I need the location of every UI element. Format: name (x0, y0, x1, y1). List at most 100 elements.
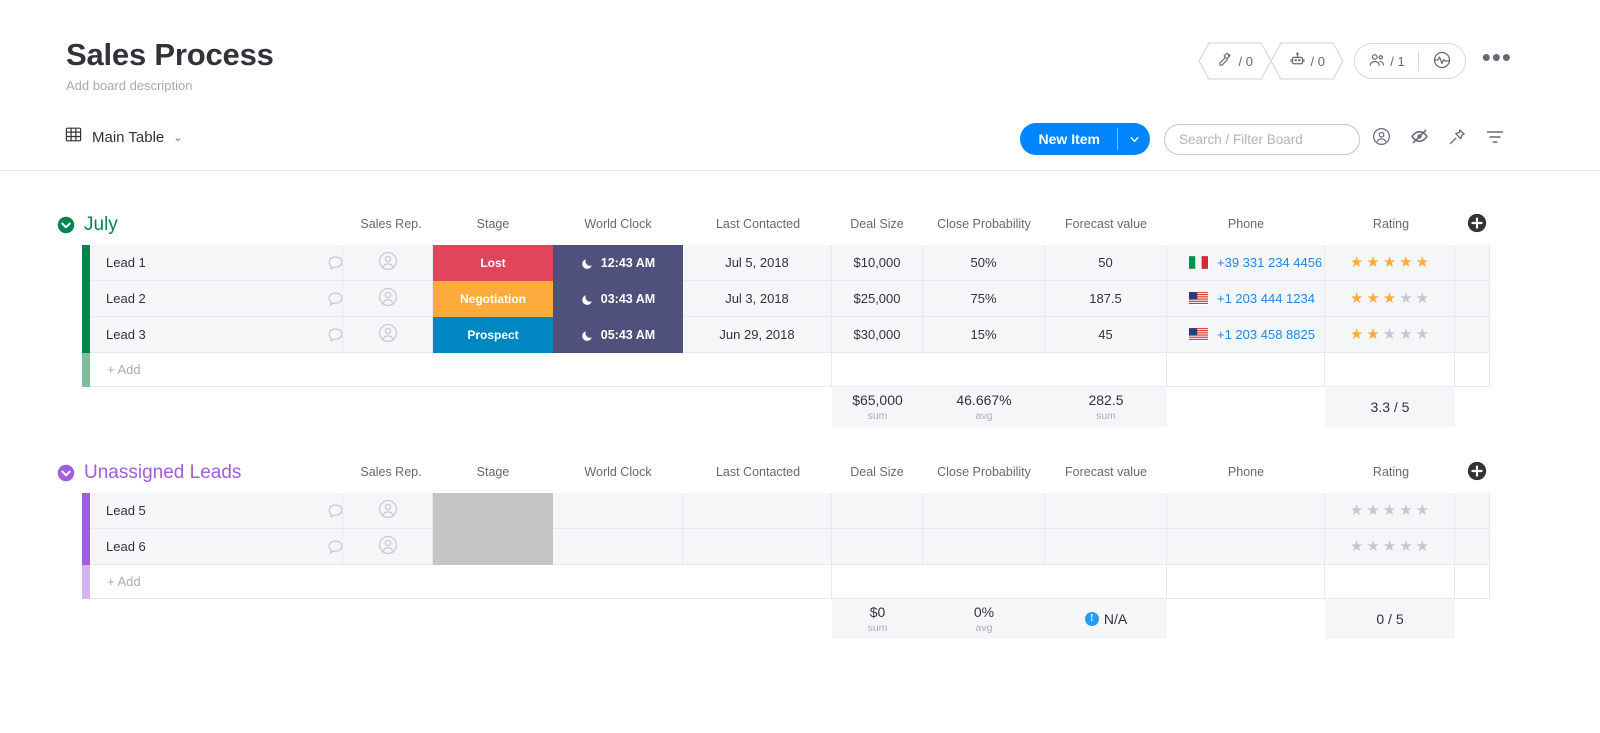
cell-close-probability[interactable] (923, 529, 1045, 565)
summary-deal-size[interactable]: $65,000sum (832, 387, 923, 427)
column-header-clock[interactable]: World Clock (538, 217, 698, 231)
cell-stage[interactable]: Lost (433, 245, 553, 281)
cell-forecast-value[interactable]: 50 (1045, 245, 1167, 281)
avatar[interactable] (377, 534, 399, 559)
row-title[interactable]: Lead 2 (106, 291, 146, 306)
cell-world-clock[interactable]: 05:43 AM (553, 317, 683, 353)
star-icon[interactable]: ★ (1399, 255, 1412, 270)
row-title[interactable]: Lead 3 (106, 327, 146, 342)
rating-stars[interactable]: ★★★★★ (1350, 503, 1429, 518)
column-header-phone[interactable]: Phone (1166, 465, 1326, 479)
group-collapse-toggle[interactable] (57, 464, 75, 482)
cell-phone[interactable] (1167, 493, 1325, 529)
summary-deal-size[interactable]: $0sum (832, 599, 923, 639)
cell-stage[interactable]: Prospect (433, 317, 553, 353)
pin-board-button[interactable] (1440, 122, 1474, 156)
cell-world-clock[interactable] (553, 493, 683, 529)
column-header-fcst[interactable]: Forecast value (1026, 217, 1186, 231)
add-item-row[interactable]: + Add (0, 565, 1600, 599)
cell-world-clock[interactable] (553, 529, 683, 565)
cell-last-contacted[interactable]: Jun 29, 2018 (683, 317, 832, 353)
column-header-clock[interactable]: World Clock (538, 465, 698, 479)
star-icon[interactable]: ★ (1350, 255, 1363, 270)
rating-stars[interactable]: ★★★★★ (1350, 255, 1429, 270)
star-icon[interactable]: ★ (1399, 327, 1412, 342)
cell-world-clock[interactable]: 03:43 AM (553, 281, 683, 317)
group-title[interactable]: July (84, 212, 118, 238)
cell-forecast-value[interactable]: 45 (1045, 317, 1167, 353)
cell-sales-rep[interactable] (343, 245, 433, 281)
star-icon[interactable]: ★ (1383, 539, 1396, 554)
star-icon[interactable]: ★ (1366, 327, 1379, 342)
cell-phone[interactable]: +1 203 458 8825 (1167, 317, 1325, 353)
cell-last-contacted[interactable]: Jul 3, 2018 (683, 281, 832, 317)
cell-deal-size[interactable] (832, 529, 923, 565)
group-title[interactable]: Unassigned Leads (84, 460, 241, 486)
cell-close-probability[interactable]: 75% (923, 281, 1045, 317)
star-icon[interactable]: ★ (1366, 503, 1379, 518)
cell-sales-rep[interactable] (343, 529, 433, 565)
add-column-button[interactable] (1467, 461, 1487, 481)
avatar[interactable] (377, 498, 399, 523)
row-title[interactable]: Lead 6 (106, 539, 146, 554)
cell-phone[interactable]: +1 203 444 1234 (1167, 281, 1325, 317)
column-header-rating[interactable]: Rating (1311, 217, 1471, 231)
integrations-button[interactable]: / 0 (1198, 42, 1272, 80)
star-icon[interactable]: ★ (1350, 327, 1363, 342)
cell-name[interactable]: Lead 3 (90, 317, 343, 353)
cell-name[interactable]: Lead 1 (90, 245, 343, 281)
star-icon[interactable]: ★ (1366, 291, 1379, 306)
star-icon[interactable]: ★ (1416, 327, 1429, 342)
phone-number[interactable]: +39 331 234 4456 (1217, 255, 1322, 270)
cell-rating[interactable]: ★★★★★ (1325, 529, 1455, 565)
cell-sales-rep[interactable] (343, 493, 433, 529)
star-icon[interactable]: ★ (1399, 503, 1412, 518)
star-icon[interactable]: ★ (1416, 255, 1429, 270)
group-collapse-toggle[interactable] (57, 216, 75, 234)
more-options-button[interactable]: ••• (1482, 51, 1512, 71)
star-icon[interactable]: ★ (1350, 539, 1363, 554)
cell-phone[interactable]: +39 331 234 4456 (1167, 245, 1325, 281)
cell-stage[interactable] (433, 493, 553, 529)
chevron-down-icon[interactable]: ⌄ (173, 131, 182, 144)
filter-button[interactable] (1478, 122, 1512, 156)
rating-stars[interactable]: ★★★★★ (1350, 327, 1429, 342)
star-icon[interactable]: ★ (1399, 539, 1412, 554)
column-header-phone[interactable]: Phone (1166, 217, 1326, 231)
cell-rating[interactable]: ★★★★★ (1325, 281, 1455, 317)
cell-name[interactable]: Lead 6 (90, 529, 343, 565)
cell-rating[interactable]: ★★★★★ (1325, 317, 1455, 353)
add-item-row[interactable]: + Add (0, 353, 1600, 387)
column-header-fcst[interactable]: Forecast value (1026, 465, 1186, 479)
automations-button[interactable]: / 0 (1270, 42, 1344, 80)
add-item-label[interactable]: + Add (90, 565, 832, 599)
phone-number[interactable]: +1 203 444 1234 (1217, 291, 1315, 306)
hide-columns-button[interactable] (1402, 122, 1436, 156)
cell-sales-rep[interactable] (343, 281, 433, 317)
cell-forecast-value[interactable] (1045, 493, 1167, 529)
board-description[interactable]: Add board description (66, 78, 274, 94)
star-icon[interactable]: ★ (1366, 539, 1379, 554)
star-icon[interactable]: ★ (1383, 291, 1396, 306)
row-title[interactable]: Lead 5 (106, 503, 146, 518)
cell-last-contacted[interactable]: Jul 5, 2018 (683, 245, 832, 281)
cell-forecast-value[interactable]: 187.5 (1045, 281, 1167, 317)
summary-rating[interactable]: 3.3 / 5 (1325, 387, 1455, 427)
search-box[interactable] (1164, 124, 1360, 155)
cell-close-probability[interactable]: 50% (923, 245, 1045, 281)
star-icon[interactable]: ★ (1366, 255, 1379, 270)
cell-sales-rep[interactable] (343, 317, 433, 353)
star-icon[interactable]: ★ (1416, 503, 1429, 518)
rating-stars[interactable]: ★★★★★ (1350, 539, 1429, 554)
phone-number[interactable]: +1 203 458 8825 (1217, 327, 1315, 342)
cell-last-contacted[interactable] (683, 493, 832, 529)
add-column-button[interactable] (1467, 213, 1487, 233)
tab-main-table[interactable]: Main Table ⌄ (64, 125, 183, 149)
cell-deal-size[interactable] (832, 493, 923, 529)
star-icon[interactable]: ★ (1416, 291, 1429, 306)
avatar[interactable] (377, 250, 399, 275)
summary-forecast-value[interactable]: 282.5sum (1045, 387, 1167, 427)
star-icon[interactable]: ★ (1350, 503, 1363, 518)
cell-name[interactable]: Lead 2 (90, 281, 343, 317)
summary-close-probability[interactable]: 0%avg (923, 599, 1045, 639)
